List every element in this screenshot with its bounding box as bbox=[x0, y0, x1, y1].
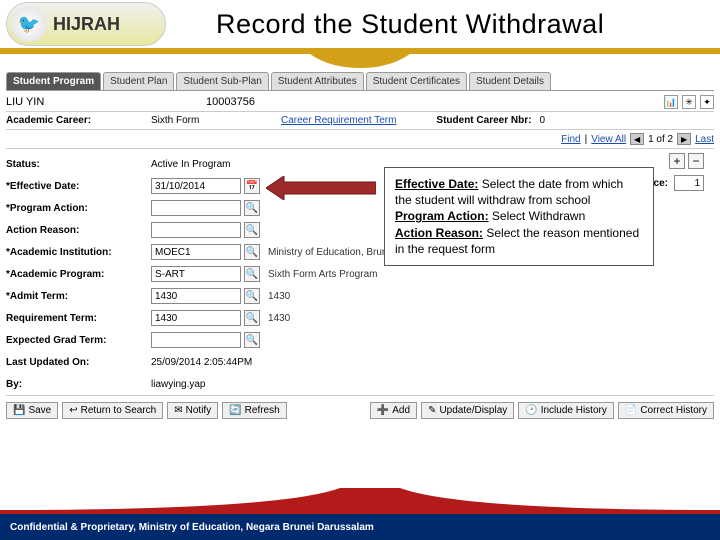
add-icon: ➕ bbox=[377, 405, 389, 416]
career-requirement-term-link[interactable]: Career Requirement Term bbox=[281, 115, 396, 126]
callout-arrow-icon bbox=[266, 176, 376, 200]
academic-institution-label: *Academic Institution: bbox=[6, 247, 151, 258]
pager-row: Find | View All ◀ 1 of 2 ▶ Last bbox=[6, 130, 714, 149]
notify-icon: ✉ bbox=[174, 405, 182, 416]
form-panel: + − Effective Sequence: Status: Active I… bbox=[6, 149, 714, 395]
prev-page-icon[interactable]: ◀ bbox=[630, 133, 644, 145]
program-action-label: *Program Action: bbox=[6, 203, 151, 214]
action-reason-input[interactable] bbox=[151, 222, 241, 238]
tab-student-plan[interactable]: Student Plan bbox=[103, 72, 174, 90]
admit-term-input[interactable] bbox=[151, 288, 241, 304]
callout-action-reason-head: Action Reason: bbox=[395, 226, 483, 240]
refresh-icon: 🔄 bbox=[229, 405, 241, 416]
correct-icon: 📄 bbox=[625, 405, 637, 416]
status-value: Active In Program bbox=[151, 159, 230, 170]
lookup-icon[interactable]: 🔍 bbox=[244, 222, 260, 238]
program-desc: Sixth Form Arts Program bbox=[268, 269, 377, 280]
page-title: Record the Student Withdrawal bbox=[216, 9, 604, 40]
student-info-row: LIU YIN 10003756 📊 ✳ ✦ bbox=[6, 91, 714, 112]
admit-term-desc: 1430 bbox=[268, 291, 290, 302]
brand-name: HIJRAH bbox=[53, 14, 120, 35]
academic-career-label: Academic Career: bbox=[6, 115, 151, 126]
by-label: By: bbox=[6, 379, 151, 390]
app-screenshot: Student Program Student Plan Student Sub… bbox=[0, 68, 720, 425]
requirement-term-desc: 1430 bbox=[268, 313, 290, 324]
program-action-input[interactable] bbox=[151, 200, 241, 216]
tab-student-sub-plan[interactable]: Student Sub-Plan bbox=[176, 72, 268, 90]
requirement-term-label: Requirement Term: bbox=[6, 313, 151, 324]
callout-prog-action-head: Program Action: bbox=[395, 209, 489, 223]
action-reason-label: Action Reason: bbox=[6, 225, 151, 236]
save-button[interactable]: 💾Save bbox=[6, 402, 58, 419]
effective-date-label: *Effective Date: bbox=[6, 181, 151, 192]
lookup-icon[interactable]: 🔍 bbox=[244, 200, 260, 216]
next-page-icon[interactable]: ▶ bbox=[677, 133, 691, 145]
update-display-button[interactable]: ✎Update/Display bbox=[421, 402, 514, 419]
add-row-icon[interactable]: + bbox=[669, 153, 685, 169]
last-updated-value: 25/09/2014 2:05:44PM bbox=[151, 357, 252, 368]
graph-icon[interactable]: 📊 bbox=[664, 95, 678, 109]
admit-term-label: *Admit Term: bbox=[6, 291, 151, 302]
status-label: Status: bbox=[6, 159, 151, 170]
last-link[interactable]: Last bbox=[695, 134, 714, 145]
instruction-callout: Effective Date: Select the date from whi… bbox=[384, 167, 654, 266]
academic-program-input[interactable] bbox=[151, 266, 241, 282]
tab-student-details[interactable]: Student Details bbox=[469, 72, 551, 90]
view-all-link[interactable]: View All bbox=[591, 134, 626, 145]
effective-sequence-input[interactable] bbox=[674, 175, 704, 191]
title-pointer-icon bbox=[310, 54, 410, 68]
star-icon[interactable]: ✦ bbox=[700, 95, 714, 109]
student-name: LIU YIN bbox=[6, 96, 206, 108]
add-button[interactable]: ➕Add bbox=[370, 402, 417, 419]
requirement-term-input[interactable] bbox=[151, 310, 241, 326]
career-nbr-label: Student Career Nbr: bbox=[436, 115, 531, 126]
expected-grad-term-input[interactable] bbox=[151, 332, 241, 348]
return-to-search-button[interactable]: ↩Return to Search bbox=[62, 402, 163, 419]
refresh-button[interactable]: 🔄Refresh bbox=[222, 402, 286, 419]
slide-header: 🐦 HIJRAH Record the Student Withdrawal bbox=[0, 0, 720, 48]
footer-bar: Confidential & Proprietary, Ministry of … bbox=[0, 514, 720, 540]
history-icon: 🕑 bbox=[525, 405, 537, 416]
brand-icon: 🐦 bbox=[11, 6, 47, 42]
correct-history-button[interactable]: 📄Correct History bbox=[618, 402, 714, 419]
effective-date-input[interactable] bbox=[151, 178, 241, 194]
return-icon: ↩ bbox=[69, 405, 77, 416]
footer-curve-icon bbox=[0, 488, 720, 516]
calendar-icon[interactable]: 📅 bbox=[244, 178, 260, 194]
include-history-button[interactable]: 🕑Include History bbox=[518, 402, 614, 419]
expected-grad-term-label: Expected Grad Term: bbox=[6, 335, 151, 346]
last-updated-label: Last Updated On: bbox=[6, 357, 151, 368]
find-link[interactable]: Find bbox=[561, 134, 580, 145]
footer-text: Confidential & Proprietary, Ministry of … bbox=[10, 522, 374, 533]
career-nbr-value: 0 bbox=[539, 115, 545, 126]
lookup-icon[interactable]: 🔍 bbox=[244, 288, 260, 304]
career-row: Academic Career: Sixth Form Career Requi… bbox=[6, 112, 714, 130]
tab-strip: Student Program Student Plan Student Sub… bbox=[6, 72, 714, 91]
by-value: liawying.yap bbox=[151, 379, 205, 390]
save-icon: 💾 bbox=[13, 405, 25, 416]
lookup-icon[interactable]: 🔍 bbox=[244, 310, 260, 326]
callout-eff-date-head: Effective Date: bbox=[395, 177, 478, 191]
update-icon: ✎ bbox=[428, 405, 436, 416]
academic-career-value: Sixth Form bbox=[151, 115, 281, 126]
lookup-icon[interactable]: 🔍 bbox=[244, 244, 260, 260]
notify-button[interactable]: ✉Notify bbox=[167, 402, 218, 419]
tab-student-program[interactable]: Student Program bbox=[6, 72, 101, 90]
tab-student-attributes[interactable]: Student Attributes bbox=[271, 72, 364, 90]
institution-desc: Ministry of Education, Brunei bbox=[268, 247, 395, 258]
academic-program-label: *Academic Program: bbox=[6, 269, 151, 280]
action-button-row: 💾Save ↩Return to Search ✉Notify 🔄Refresh… bbox=[6, 395, 714, 425]
callout-prog-action-body: Select Withdrawn bbox=[489, 209, 586, 223]
lookup-icon[interactable]: 🔍 bbox=[244, 332, 260, 348]
tab-student-certificates[interactable]: Student Certificates bbox=[366, 72, 467, 90]
delete-row-icon[interactable]: − bbox=[688, 153, 704, 169]
lookup-icon[interactable]: 🔍 bbox=[244, 266, 260, 282]
page-counter: 1 of 2 bbox=[648, 134, 673, 145]
note-icon[interactable]: ✳ bbox=[682, 95, 696, 109]
academic-institution-input[interactable] bbox=[151, 244, 241, 260]
student-id: 10003756 bbox=[206, 96, 466, 108]
brand-badge: 🐦 HIJRAH bbox=[6, 2, 166, 46]
